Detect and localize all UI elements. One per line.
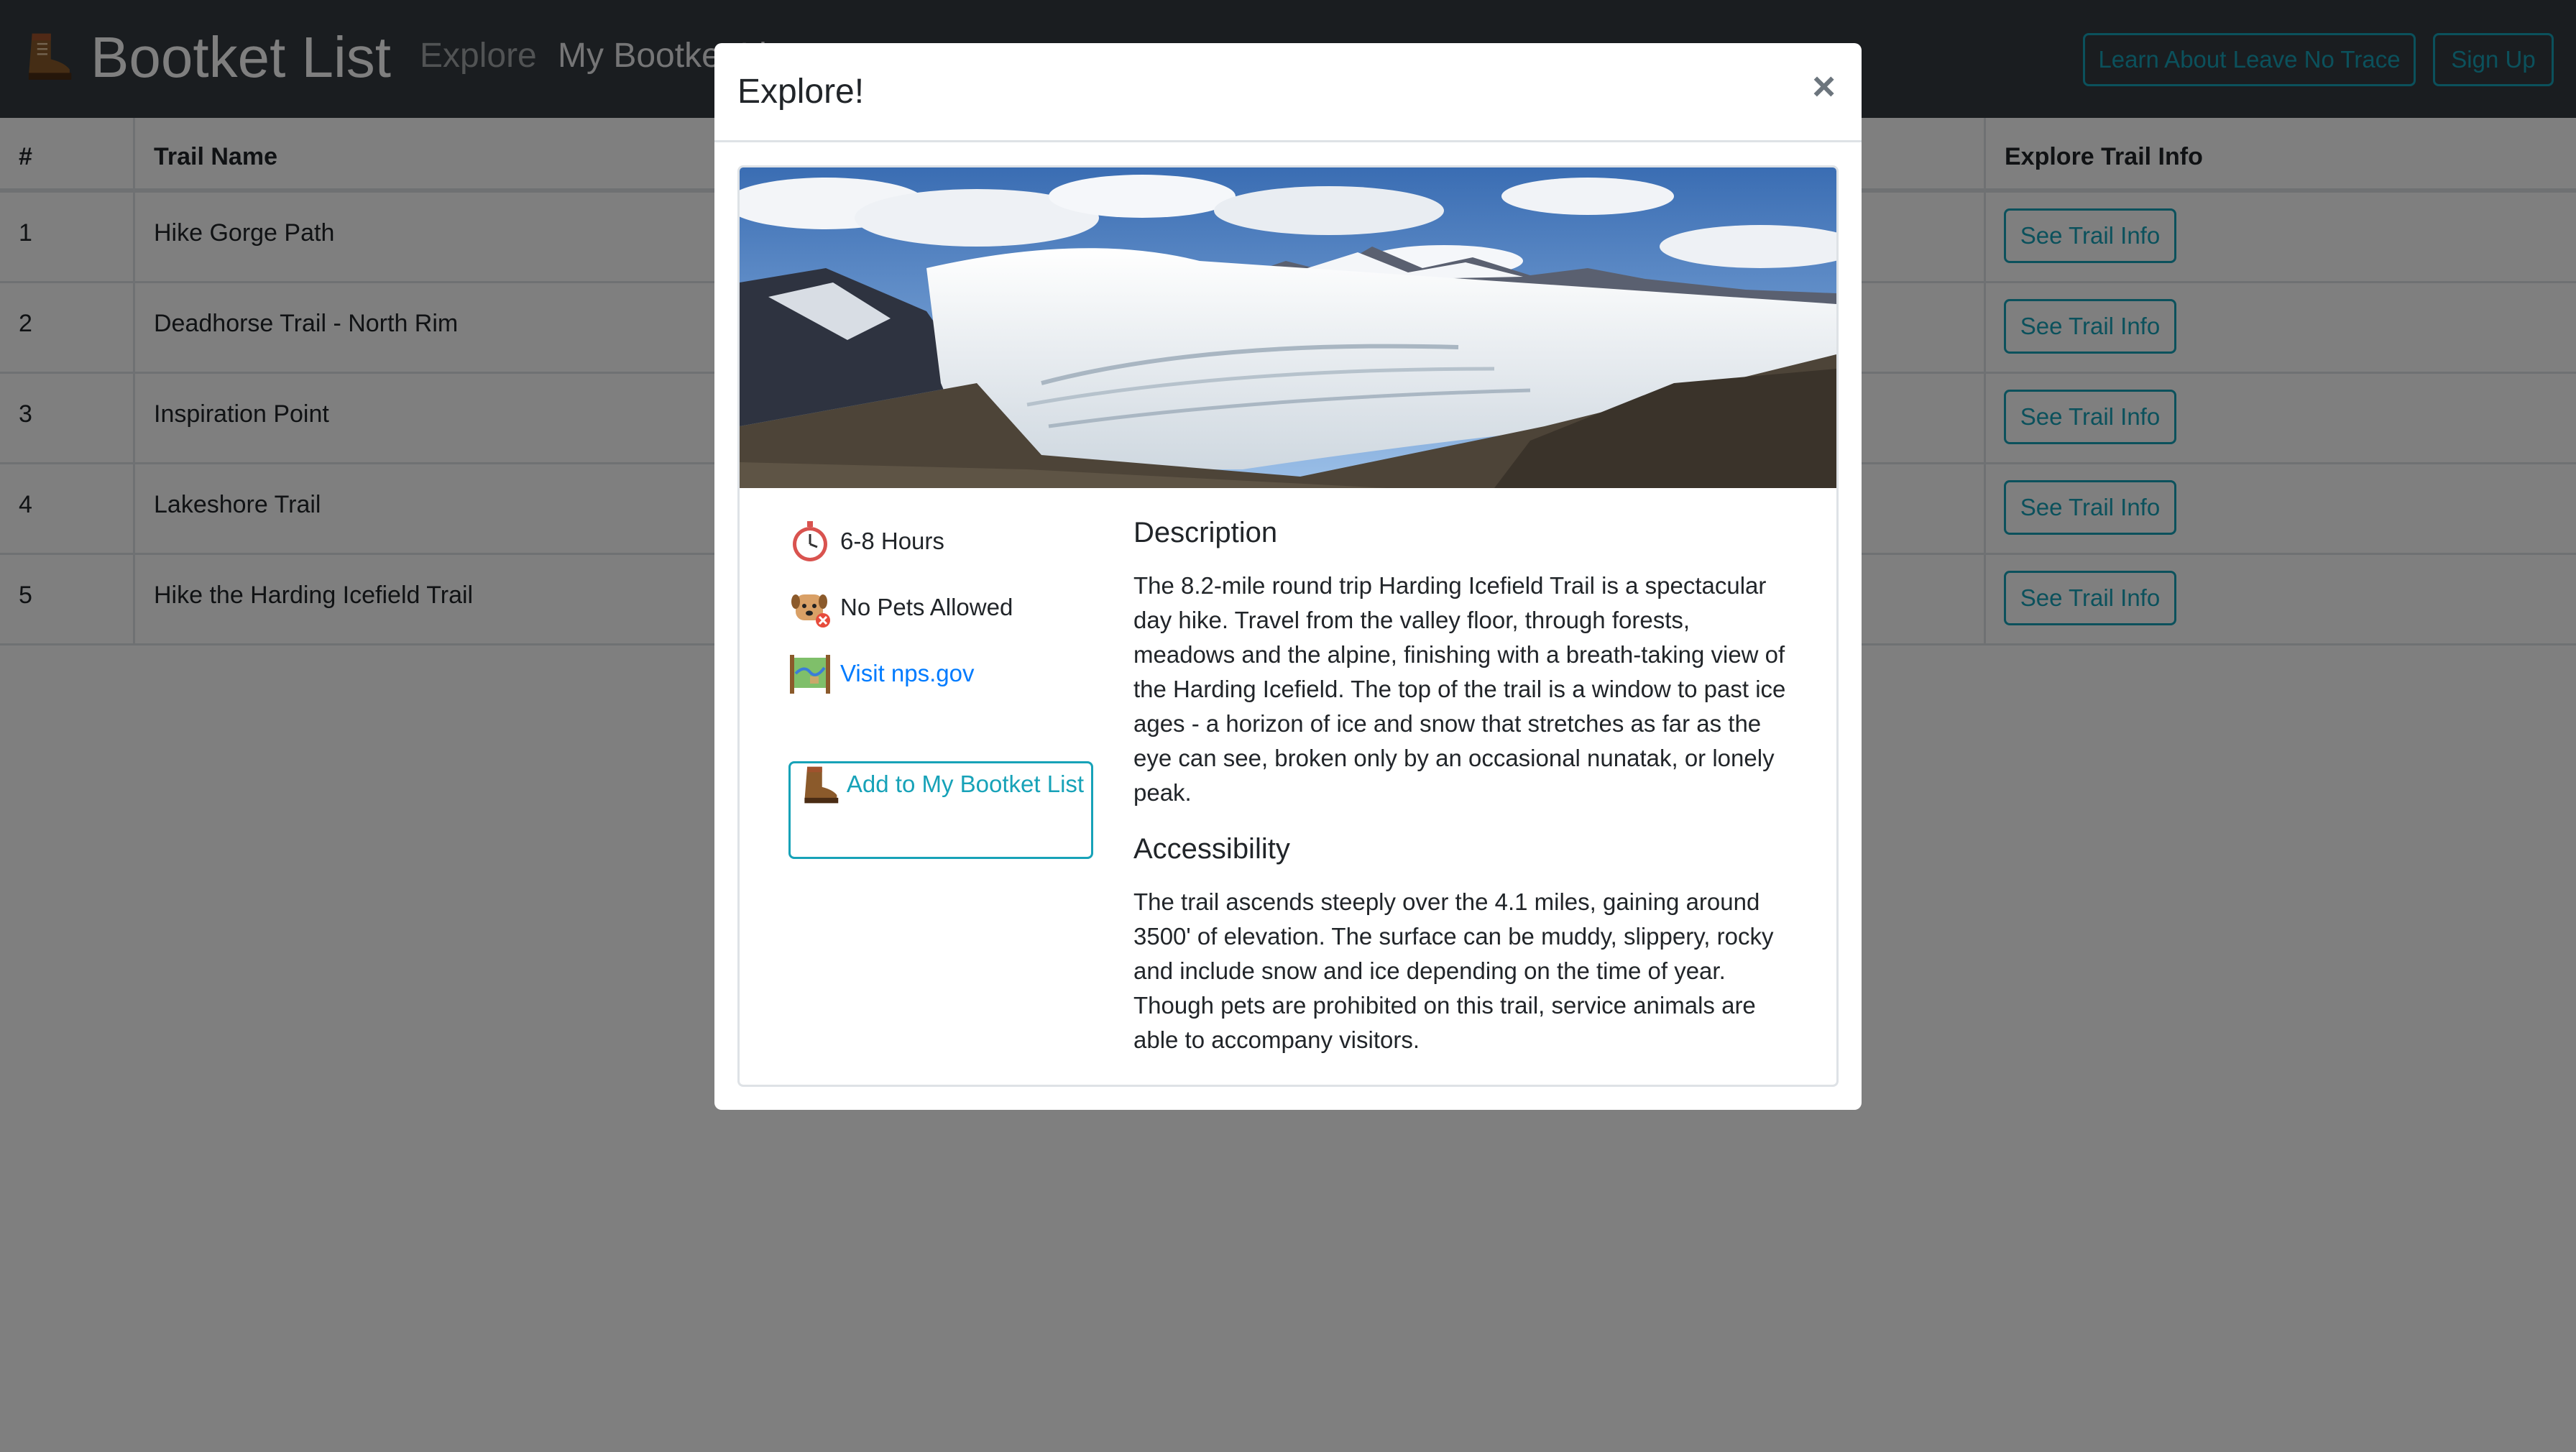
pets-text: No Pets Allowed [840,594,1013,620]
add-to-bootket-button[interactable]: Add to My Bootket List [788,761,1093,859]
trail-card: 6-8 Hours No Pets Allowed Visit nps.gov … [737,165,1839,1087]
explore-modal: Explore! × 6-8 Hours No Pets Allowed Vis… [714,43,1862,1110]
nps-link[interactable]: Visit nps.gov [840,660,975,687]
close-icon[interactable]: × [1812,65,1836,108]
trail-photo [740,167,1836,488]
link-row: Visit nps.gov [788,652,975,695]
boot-icon [804,767,839,804]
accessibility-text: The trail ascends steeply over the 4.1 m… [1133,888,1774,1053]
modal-title: Explore! [737,73,865,111]
map-icon [790,655,830,694]
pets-row: No Pets Allowed [788,586,1013,629]
stopwatch-icon [793,521,827,561]
accessibility-title: Accessibility [1133,833,1290,865]
dog-no-pets-icon [791,594,830,628]
duration-text: 6-8 Hours [840,528,944,554]
duration-row: 6-8 Hours [788,520,944,563]
modal-header: Explore! × [714,43,1862,142]
description-title: Description [1133,517,1278,548]
add-button-label: Add to My Bootket List [846,771,1085,797]
description-text: The 8.2-mile round trip Harding Icefield… [1133,572,1786,806]
